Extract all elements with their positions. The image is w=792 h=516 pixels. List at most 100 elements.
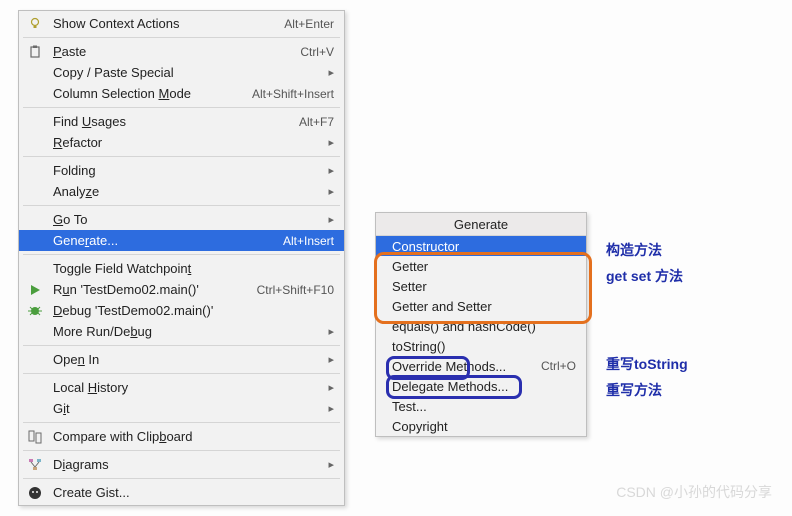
generate-label: Getter and Setter (392, 299, 576, 314)
submenu-arrow-icon: ▸ (328, 213, 334, 226)
submenu-arrow-icon: ▸ (328, 164, 334, 177)
generate-item-getter[interactable]: Getter (376, 256, 586, 276)
menu-label: Run 'TestDemo02.main()' (53, 282, 247, 297)
submenu-arrow-icon: ▸ (328, 136, 334, 149)
github-icon (27, 485, 43, 501)
paste-icon (27, 44, 43, 60)
menu-label: Generate... (53, 233, 273, 248)
menu-label: Compare with Clipboard (53, 429, 334, 444)
menu-item-2[interactable]: Paste Ctrl+V (19, 41, 344, 62)
menu-label: Toggle Field Watchpoint (53, 261, 334, 276)
menu-item-4[interactable]: Column Selection ModeAlt+Shift+Insert (19, 83, 344, 104)
menu-separator (23, 254, 340, 255)
annotation-getset: get set 方法 (606, 266, 683, 286)
submenu-arrow-icon: ▸ (328, 402, 334, 415)
generate-item-tostring[interactable]: toString() (376, 336, 586, 356)
menu-label: Paste (53, 44, 290, 59)
menu-label: Analyze (53, 184, 320, 199)
menu-item-27[interactable]: Diagrams ▸ (19, 454, 344, 475)
menu-label: Find Usages (53, 114, 289, 129)
generate-item-setter[interactable]: Setter (376, 276, 586, 296)
menu-label: Go To (53, 212, 320, 227)
menu-item-20[interactable]: Open In ▸ (19, 349, 344, 370)
menu-item-10[interactable]: Analyze ▸ (19, 181, 344, 202)
submenu-arrow-icon: ▸ (328, 353, 334, 366)
menu-item-7[interactable]: Refactor ▸ (19, 132, 344, 153)
menu-separator (23, 156, 340, 157)
menu-item-9[interactable]: Folding ▸ (19, 160, 344, 181)
menu-item-17[interactable]: Debug 'TestDemo02.main()' (19, 300, 344, 321)
menu-item-3[interactable]: Copy / Paste Special ▸ (19, 62, 344, 83)
menu-item-18[interactable]: More Run/Debug ▸ (19, 321, 344, 342)
generate-item-equals-and-hashcode[interactable]: equals() and hashCode() (376, 316, 586, 336)
menu-separator (23, 345, 340, 346)
menu-label: Diagrams (53, 457, 320, 472)
generate-label: Constructor (392, 239, 576, 254)
menu-separator (23, 37, 340, 38)
menu-shortcut: Alt+Enter (284, 17, 334, 31)
submenu-arrow-icon: ▸ (328, 381, 334, 394)
menu-item-12[interactable]: Go To ▸ (19, 209, 344, 230)
menu-item-6[interactable]: Find Usages Alt+F7 (19, 111, 344, 132)
play-icon (27, 282, 43, 298)
menu-label: Folding (53, 163, 320, 178)
menu-item-15[interactable]: Toggle Field Watchpoint (19, 258, 344, 279)
menu-separator (23, 205, 340, 206)
generate-label: toString() (392, 339, 576, 354)
generate-item-override-methods[interactable]: Override Methods...Ctrl+O (376, 356, 586, 376)
annotation-constructor: 构造方法 (606, 240, 662, 260)
bug-icon (27, 303, 43, 319)
menu-separator (23, 450, 340, 451)
submenu-arrow-icon: ▸ (328, 325, 334, 338)
submenu-arrow-icon: ▸ (328, 66, 334, 79)
menu-shortcut: Ctrl+Shift+F10 (257, 283, 334, 297)
diagram-icon (27, 457, 43, 473)
menu-separator (23, 107, 340, 108)
compare-icon (27, 429, 43, 445)
menu-shortcut: Alt+F7 (299, 115, 334, 129)
generate-label: Getter (392, 259, 576, 274)
menu-separator (23, 422, 340, 423)
annotation-override: 重写方法 (606, 380, 662, 400)
menu-label: Open In (53, 352, 320, 367)
menu-label: Git (53, 401, 320, 416)
generate-item-constructor[interactable]: Constructor (376, 236, 586, 256)
annotation-tostring: 重写toString (606, 354, 688, 374)
generate-submenu: Generate Constructor Getter Setter Getter a… (375, 212, 587, 437)
menu-item-29[interactable]: Create Gist... (19, 482, 344, 503)
context-menu: Show Context Actions Alt+Enter Paste Ctrl+V… (18, 10, 345, 506)
menu-label: Local History (53, 380, 320, 395)
menu-item-13[interactable]: Generate...Alt+Insert (19, 230, 344, 251)
menu-label: Refactor (53, 135, 320, 150)
menu-label: Column Selection Mode (53, 86, 242, 101)
menu-item-23[interactable]: Git ▸ (19, 398, 344, 419)
menu-separator (23, 373, 340, 374)
generate-shortcut: Ctrl+O (541, 359, 576, 373)
menu-separator (23, 478, 340, 479)
generate-item-test[interactable]: Test... (376, 396, 586, 416)
menu-item-25[interactable]: Compare with Clipboard (19, 426, 344, 447)
menu-item-0[interactable]: Show Context Actions Alt+Enter (19, 13, 344, 34)
menu-label: Create Gist... (53, 485, 334, 500)
submenu-arrow-icon: ▸ (328, 185, 334, 198)
submenu-title: Generate (376, 213, 586, 236)
menu-item-22[interactable]: Local History ▸ (19, 377, 344, 398)
menu-label: Copy / Paste Special (53, 65, 320, 80)
menu-shortcut: Ctrl+V (300, 45, 334, 59)
generate-item-delegate-methods[interactable]: Delegate Methods... (376, 376, 586, 396)
menu-label: Debug 'TestDemo02.main()' (53, 303, 334, 318)
generate-label: Copyright (392, 419, 576, 434)
generate-item-getter-and-setter[interactable]: Getter and Setter (376, 296, 586, 316)
generate-label: Override Methods... (392, 359, 541, 374)
generate-label: Setter (392, 279, 576, 294)
generate-label: Test... (392, 399, 576, 414)
watermark: CSDN @小孙的代码分享 (616, 482, 772, 502)
generate-item-copyright[interactable]: Copyright (376, 416, 586, 436)
generate-label: equals() and hashCode() (392, 319, 576, 334)
menu-label: More Run/Debug (53, 324, 320, 339)
submenu-arrow-icon: ▸ (328, 458, 334, 471)
bulb-icon (27, 16, 43, 32)
generate-label: Delegate Methods... (392, 379, 576, 394)
menu-label: Show Context Actions (53, 16, 274, 31)
menu-item-16[interactable]: Run 'TestDemo02.main()' Ctrl+Shift+F10 (19, 279, 344, 300)
